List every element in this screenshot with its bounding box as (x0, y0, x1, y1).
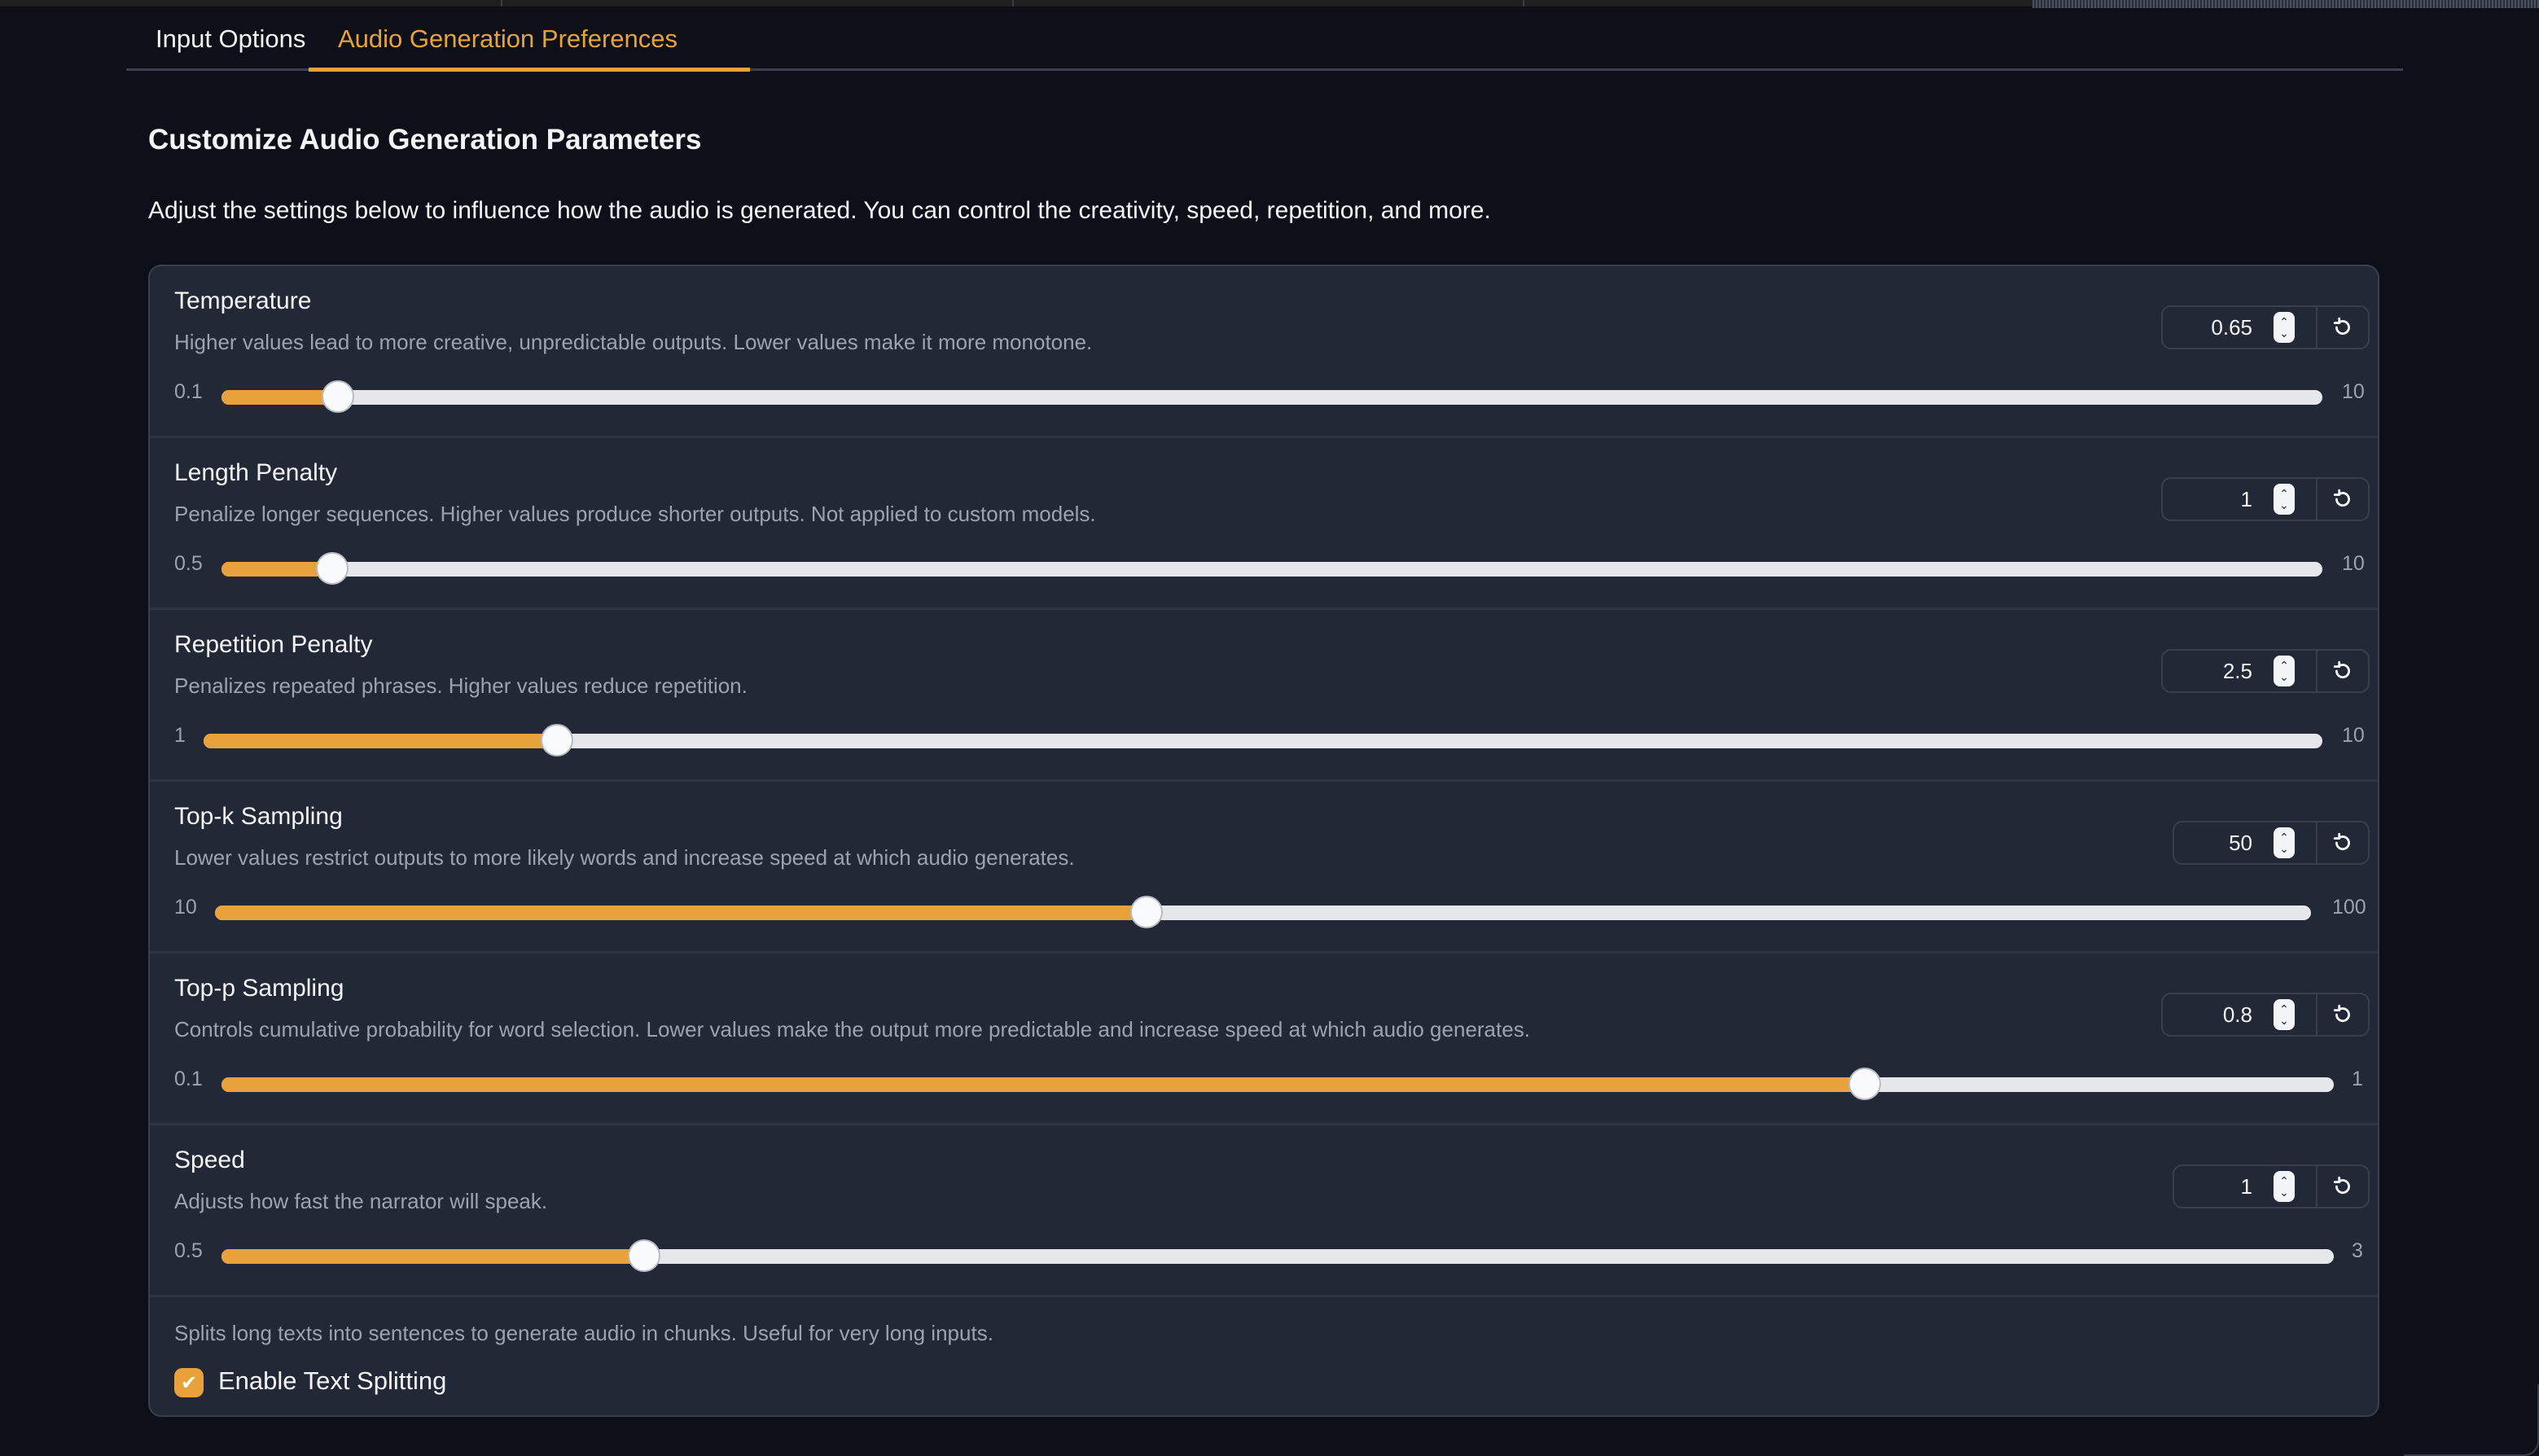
slider-min: 1 (174, 724, 186, 747)
slider-thumb[interactable] (627, 1239, 660, 1272)
number-spinner-icon[interactable]: ⌃ ⌄ (2274, 312, 2295, 343)
strip-divider (1012, 0, 1014, 7)
param-label: Temperature (174, 287, 312, 314)
param-info: Penalizes repeated phrases. Higher value… (174, 673, 748, 698)
slider-track[interactable] (221, 552, 2322, 585)
number-spinner-icon[interactable]: ⌃ ⌄ (2274, 827, 2295, 858)
slider-fill (204, 734, 557, 748)
strip-divider (1523, 0, 1524, 7)
slider-fill (221, 390, 339, 405)
slider-thumb[interactable] (1848, 1068, 1881, 1100)
slider-fill (221, 1077, 1865, 1092)
strip-divider (501, 0, 502, 7)
param-info: Lower values restrict outputs to more li… (174, 845, 1075, 870)
tab-input-options[interactable]: Input Options (156, 23, 305, 65)
slider-max: 1 (2352, 1068, 2363, 1090)
reset-button[interactable] (2316, 1166, 2368, 1207)
reset-icon (2333, 489, 2350, 507)
slider-max: 10 (2342, 724, 2365, 747)
slider-track[interactable] (221, 1068, 2334, 1100)
slider-min: 0.1 (174, 380, 203, 403)
number-input[interactable]: 2.5 ⌃ ⌄ (2161, 649, 2370, 693)
parameters-panel: Temperature Higher values lead to more c… (148, 265, 2379, 1417)
reset-button[interactable] (2316, 651, 2368, 691)
slider-max: 10 (2342, 380, 2365, 403)
slider-min: 0.5 (174, 1239, 203, 1262)
slider-max: 100 (2332, 896, 2366, 919)
text-splitting-section: Splits long texts into sentences to gene… (150, 1296, 2378, 1415)
param-row-top-p-sampling: Top-p Sampling Controls cumulative proba… (150, 954, 2378, 1125)
number-input[interactable]: 0.8 ⌃ ⌄ (2161, 993, 2370, 1037)
param-info: Higher values lead to more creative, unp… (174, 330, 1093, 354)
slider-thumb[interactable] (315, 552, 349, 585)
number-input[interactable]: 0.65 ⌃ ⌄ (2161, 305, 2370, 349)
param-label: Top-p Sampling (174, 975, 344, 1002)
param-label: Length Penalty (174, 459, 338, 486)
param-info: Penalize longer sequences. Higher values… (174, 502, 1096, 526)
reset-icon (2333, 1004, 2350, 1023)
tab-bar: Input Options Audio Generation Preferenc… (126, 7, 2403, 72)
reset-button[interactable] (2316, 479, 2368, 520)
param-row-repetition-penalty: Repetition Penalty Penalizes repeated ph… (150, 610, 2378, 782)
slider-min: 0.1 (174, 1068, 203, 1090)
number-spinner-icon[interactable]: ⌃ ⌄ (2274, 484, 2295, 515)
param-row-speed: Speed Adjusts how fast the narrator will… (150, 1125, 2378, 1297)
slider-fill (221, 1249, 644, 1264)
section-heading: Customize Audio Generation Parameters (148, 124, 702, 156)
number-spinner-icon[interactable]: ⌃ ⌄ (2274, 656, 2295, 686)
slider-max: 3 (2352, 1239, 2363, 1262)
param-row-top-k-sampling: Top-k Sampling Lower values restrict out… (150, 782, 2378, 954)
reset-icon (2333, 832, 2350, 851)
enable-text-splitting-label[interactable]: Enable Text Splitting (218, 1366, 446, 1396)
number-value[interactable]: 50 (2174, 831, 2274, 856)
number-value[interactable]: 1 (2174, 1174, 2274, 1199)
number-input[interactable]: 1 ⌃ ⌄ (2173, 1164, 2370, 1208)
slider-thumb[interactable] (1129, 896, 1163, 928)
slider-max: 10 (2342, 552, 2365, 575)
checkmark-icon: ✔ (180, 1371, 198, 1394)
number-input[interactable]: 50 ⌃ ⌄ (2173, 821, 2370, 865)
slider-min: 10 (174, 896, 197, 919)
param-label: Speed (174, 1147, 245, 1173)
param-label: Top-k Sampling (174, 803, 343, 830)
slider-min: 0.5 (174, 552, 203, 575)
number-input[interactable]: 1 ⌃ ⌄ (2161, 477, 2370, 521)
text-splitting-info: Splits long texts into sentences to gene… (174, 1321, 993, 1345)
param-info: Controls cumulative probability for word… (174, 1017, 1530, 1042)
number-value[interactable]: 0.8 (2163, 1002, 2274, 1028)
param-info: Adjusts how fast the narrator will speak… (174, 1189, 548, 1213)
number-value[interactable]: 0.65 (2163, 315, 2274, 340)
enable-text-splitting-checkbox[interactable]: ✔ (174, 1368, 204, 1397)
number-spinner-icon[interactable]: ⌃ ⌄ (2274, 1171, 2295, 1202)
param-row-length-penalty: Length Penalty Penalize longer sequences… (150, 438, 2378, 610)
reset-button[interactable] (2316, 994, 2368, 1035)
reset-button[interactable] (2316, 822, 2368, 863)
slider-thumb[interactable] (322, 380, 355, 413)
number-value[interactable]: 1 (2163, 487, 2274, 512)
slider-fill (215, 906, 1147, 920)
slider-track[interactable] (221, 1239, 2334, 1272)
reset-icon (2333, 317, 2350, 335)
param-row-temperature: Temperature Higher values lead to more c… (150, 266, 2378, 438)
number-spinner-icon[interactable]: ⌃ ⌄ (2274, 999, 2295, 1030)
tab-audio-generation-preferences[interactable]: Audio Generation Preferences (309, 23, 750, 72)
slider-track[interactable] (204, 724, 2322, 757)
slider-track[interactable] (215, 896, 2311, 928)
slider-thumb[interactable] (540, 724, 573, 757)
reset-button[interactable] (2316, 307, 2368, 348)
outer-frame-corner (2404, 1384, 2539, 1456)
section-description: Adjust the settings below to influence h… (148, 197, 1491, 224)
reset-icon (2333, 660, 2350, 679)
param-label: Repetition Penalty (174, 631, 373, 658)
slider-track[interactable] (221, 380, 2322, 413)
number-value[interactable]: 2.5 (2163, 659, 2274, 684)
reset-icon (2333, 1176, 2350, 1195)
